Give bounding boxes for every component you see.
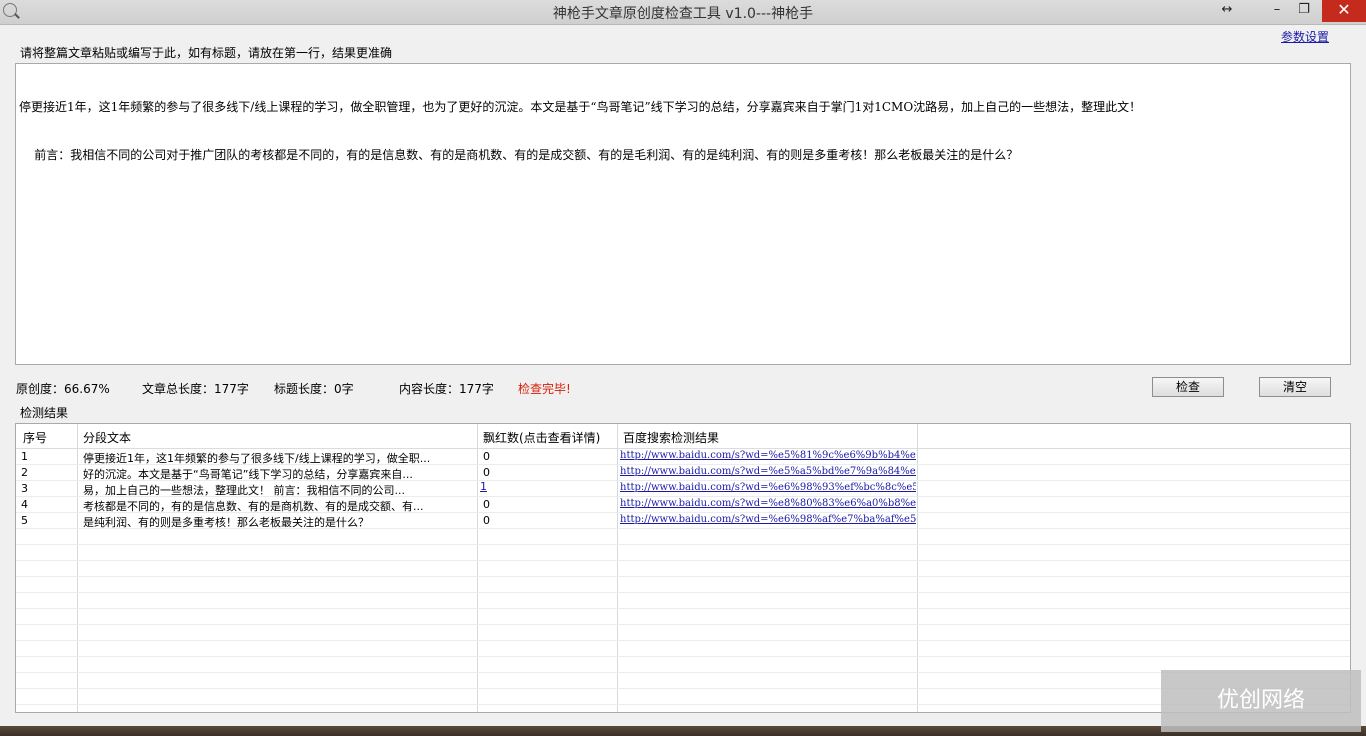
segment-text: 是纯利润、有的则是多重考核！那么老板最关注的是什么？ bbox=[83, 516, 369, 529]
red-count[interactable]: 0 bbox=[483, 514, 490, 527]
segment-text: 停更接近1年，这1年频繁的参与了很多线下/线上课程的学习，做全职... bbox=[83, 452, 431, 465]
row-number: 3 bbox=[21, 482, 28, 495]
red-count[interactable]: 0 bbox=[483, 498, 490, 511]
segment-text: 好的沉淀。本文是基于“鸟哥笔记”线下学习的总结，分享嘉宾来自... bbox=[83, 468, 413, 481]
title-length-stat: 标题长度：0字 bbox=[274, 382, 354, 396]
column-header-red-count[interactable]: 飘红数(点击查看详情) bbox=[483, 429, 600, 446]
row-line bbox=[16, 608, 1350, 609]
baidu-result-link[interactable]: http://www.baidu.com/s?wd=%e6%98%af%e7%b… bbox=[620, 514, 916, 525]
row-number: 5 bbox=[21, 514, 28, 527]
close-button[interactable]: ✕ bbox=[1322, 0, 1366, 22]
column-divider bbox=[478, 424, 618, 712]
row-number: 4 bbox=[21, 498, 28, 511]
column-header-no[interactable]: 序号 bbox=[23, 429, 47, 446]
minimize-button[interactable]: – bbox=[1262, 0, 1292, 22]
row-line bbox=[16, 624, 1350, 625]
maximize-button[interactable]: ❐ bbox=[1290, 0, 1318, 22]
settings-link[interactable]: 参数设置 bbox=[1281, 28, 1329, 45]
row-line bbox=[16, 592, 1350, 593]
baidu-result-link[interactable]: http://www.baidu.com/s?wd=%e6%98%93%ef%b… bbox=[620, 482, 916, 493]
article-textarea[interactable]: 停更接近1年，这1年频繁的参与了很多线下/线上课程的学习，做全职管理，也为了更好… bbox=[15, 63, 1351, 365]
red-count[interactable]: 0 bbox=[483, 466, 490, 479]
segment-text: 易，加上自己的一些想法，整理此文！ 前言：我相信不同的公司... bbox=[83, 484, 405, 497]
content-length-stat: 内容长度：177字 bbox=[399, 382, 494, 396]
clear-button[interactable]: 清空 bbox=[1259, 377, 1331, 397]
status-text: 检查完毕! bbox=[518, 382, 571, 396]
column-header-baidu[interactable]: 百度搜索检测结果 bbox=[623, 429, 719, 446]
row-line bbox=[16, 688, 1350, 689]
check-button[interactable]: 检查 bbox=[1152, 377, 1224, 397]
baidu-result-link[interactable]: http://www.baidu.com/s?wd=%e8%80%83%e6%a… bbox=[620, 498, 916, 509]
row-line bbox=[16, 672, 1350, 673]
column-header-text[interactable]: 分段文本 bbox=[83, 429, 131, 446]
row-line bbox=[16, 704, 1350, 705]
title-bar: 神枪手文章原创度检查工具 v1.0---神枪手 ↔ – ❐ ✕ bbox=[0, 0, 1366, 25]
originality-stat: 原创度：66.67% bbox=[16, 382, 110, 396]
red-count[interactable]: 0 bbox=[483, 450, 490, 463]
red-count[interactable]: 1 bbox=[480, 480, 487, 493]
total-length-stat: 文章总长度：177字 bbox=[142, 382, 249, 396]
resize-icon[interactable]: ↔ bbox=[1212, 0, 1242, 22]
row-number: 2 bbox=[21, 466, 28, 479]
baidu-result-link[interactable]: http://www.baidu.com/s?wd=%e5%a5%bd%e7%9… bbox=[620, 466, 916, 477]
watermark: 优创网络 bbox=[1161, 670, 1361, 732]
results-table[interactable]: 序号 分段文本 飘红数(点击查看详情) 百度搜索检测结果 1 停更接近1年，这1… bbox=[15, 423, 1351, 713]
row-line bbox=[16, 656, 1350, 657]
window-title: 神枪手文章原创度检查工具 v1.0---神枪手 bbox=[552, 6, 814, 22]
input-label: 请将整篇文章粘贴或编写于此，如有标题，请放在第一行，结果更准确 bbox=[20, 46, 393, 60]
row-number: 1 bbox=[21, 450, 28, 463]
header-divider bbox=[16, 448, 1350, 449]
article-line: 停更接近1年，这1年频繁的参与了很多线下/线上课程的学习，做全职管理，也为了更好… bbox=[19, 100, 1142, 114]
article-line: 前言：我相信不同的公司对于推广团队的考核都是不同的，有的是信息数、有的是商机数、… bbox=[19, 148, 1019, 162]
row-line bbox=[16, 640, 1350, 641]
row-line bbox=[16, 544, 1350, 545]
results-label: 检测结果 bbox=[20, 406, 69, 420]
baidu-result-link[interactable]: http://www.baidu.com/s?wd=%e5%81%9c%e6%9… bbox=[620, 450, 916, 461]
row-line bbox=[16, 560, 1350, 561]
row-line bbox=[16, 576, 1350, 577]
segment-text: 考核都是不同的，有的是信息数、有的是商机数、有的是成交额、有... bbox=[83, 500, 424, 513]
